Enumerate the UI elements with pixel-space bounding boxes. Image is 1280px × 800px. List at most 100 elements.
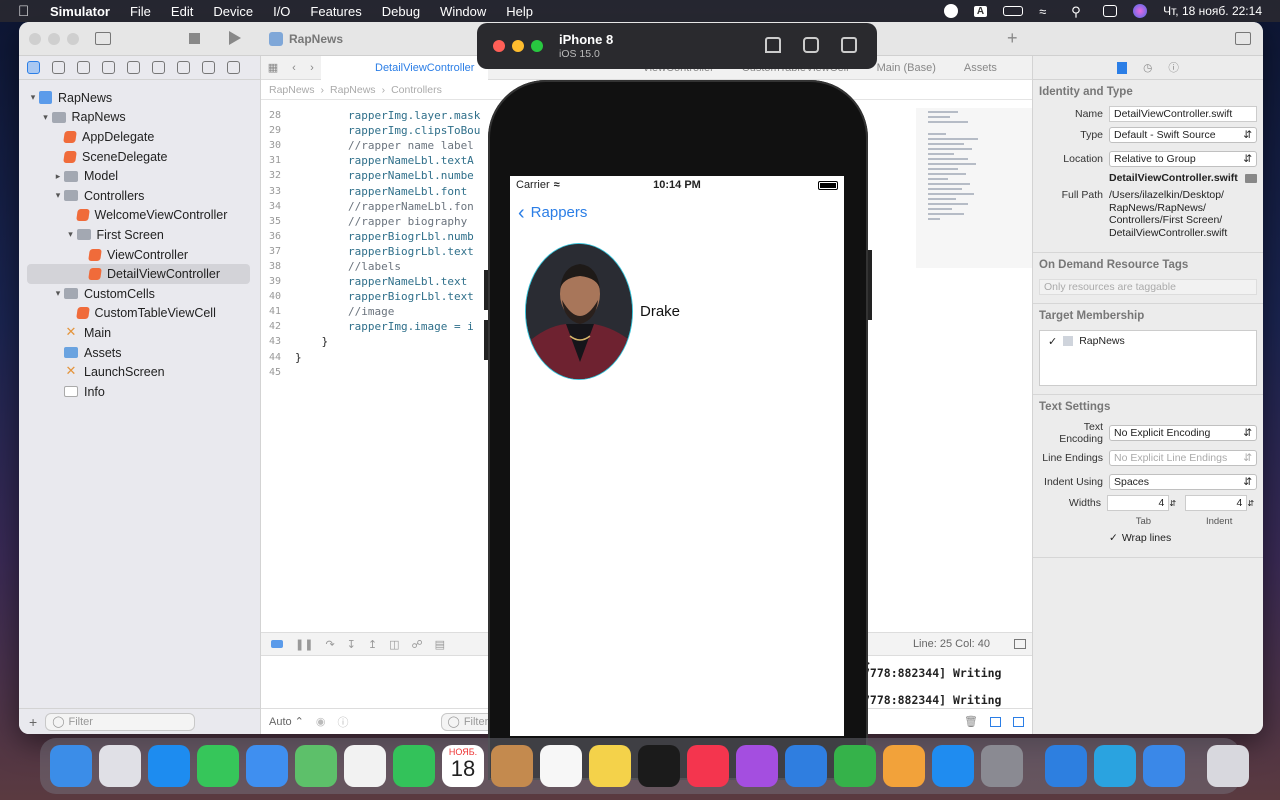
step-into-icon[interactable]: ↧: [347, 638, 356, 651]
mail-icon[interactable]: [246, 745, 288, 787]
view-hierarchy-icon[interactable]: ◫: [389, 638, 399, 651]
split-left-icon[interactable]: [990, 716, 1001, 727]
breadcrumb-group[interactable]: RapNews: [330, 84, 376, 96]
find-icon[interactable]: [102, 61, 115, 74]
tree-item[interactable]: Info: [19, 382, 260, 402]
tab-width-field[interactable]: 4: [1107, 495, 1170, 511]
close-button[interactable]: [29, 33, 41, 45]
indent-popup[interactable]: Spaces ⇵: [1109, 474, 1257, 490]
menu-device[interactable]: Device: [213, 4, 253, 19]
tree-item[interactable]: ▸ Model: [19, 166, 260, 186]
indent-stepper[interactable]: ⇵: [1247, 499, 1257, 508]
test-icon[interactable]: [152, 61, 165, 74]
tree-item[interactable]: WelcomeViewController: [19, 206, 260, 226]
issue-icon[interactable]: [127, 61, 140, 74]
tree-item[interactable]: CustomTableViewCell: [19, 304, 260, 324]
folder-reveal-icon[interactable]: [1245, 173, 1257, 183]
keynote-icon[interactable]: [785, 745, 827, 787]
finder-icon[interactable]: [50, 745, 92, 787]
split-right-icon[interactable]: [1013, 716, 1024, 727]
grid-icon[interactable]: ▦: [261, 61, 285, 74]
location-icon[interactable]: [943, 4, 958, 18]
forward-icon[interactable]: ›: [303, 62, 321, 74]
menu-io[interactable]: I/O: [273, 4, 290, 19]
breadcrumb-project[interactable]: RapNews: [269, 84, 315, 96]
sidebar-toggle-icon[interactable]: [95, 32, 111, 45]
contacts-icon[interactable]: [491, 745, 533, 787]
disclosure-icon[interactable]: ▸: [52, 171, 64, 182]
symbol-icon[interactable]: [77, 61, 90, 74]
info-icon[interactable]: ⓘ: [338, 714, 349, 730]
encoding-popup[interactable]: No Explicit Encoding ⇵: [1109, 425, 1257, 441]
telegram-icon[interactable]: [1094, 745, 1136, 787]
inspector-toggle-icon[interactable]: [1235, 32, 1251, 45]
name-field[interactable]: DetailViewController.swift: [1109, 106, 1257, 122]
navigator-filter[interactable]: ◯ Filter: [45, 712, 196, 731]
tab-assets[interactable]: Assets: [950, 56, 1011, 80]
facetime-icon[interactable]: [393, 745, 435, 787]
app-store-icon[interactable]: [932, 745, 974, 787]
type-popup[interactable]: Default - Swift Source ⇵: [1109, 127, 1257, 143]
system-preferences-icon[interactable]: [981, 745, 1023, 787]
history-icon[interactable]: ◷: [1143, 62, 1152, 74]
report-icon[interactable]: [227, 61, 240, 74]
apple-tv-icon[interactable]: [638, 745, 680, 787]
battery-icon[interactable]: [1003, 6, 1024, 16]
spotlight-icon[interactable]: ⚲: [1071, 4, 1087, 19]
tree-item[interactable]: ▾ RapNews: [19, 88, 260, 108]
apple-menu-icon[interactable]: : [18, 3, 34, 20]
rotate-icon[interactable]: [841, 37, 857, 53]
back-button[interactable]: ‹ Rappers: [518, 203, 587, 223]
control-center-icon[interactable]: [1103, 5, 1118, 17]
reminders-icon[interactable]: [540, 745, 582, 787]
tree-item[interactable]: ViewController: [19, 245, 260, 265]
screenshot-icon[interactable]: [803, 37, 819, 53]
pages-icon[interactable]: [883, 745, 925, 787]
menu-app-name[interactable]: Simulator: [50, 4, 110, 19]
menu-debug[interactable]: Debug: [382, 4, 420, 19]
project-title[interactable]: RapNews: [289, 32, 343, 46]
disclosure-icon[interactable]: ▾: [40, 112, 52, 123]
pause-icon[interactable]: ❚❚: [295, 638, 313, 651]
environment-icon[interactable]: ▤: [435, 638, 445, 651]
add-icon[interactable]: +: [1007, 28, 1018, 49]
disclosure-icon[interactable]: ▾: [52, 288, 64, 299]
memory-graph-icon[interactable]: ☍: [412, 638, 423, 651]
breadcrumb-folder[interactable]: Controllers: [391, 84, 442, 96]
siri-icon[interactable]: [1133, 4, 1148, 18]
tree-item[interactable]: AppDelegate: [19, 127, 260, 147]
minimap[interactable]: [916, 108, 1032, 268]
home-icon[interactable]: [765, 37, 781, 53]
disclosure-icon[interactable]: ▾: [52, 190, 64, 201]
menubar-clock[interactable]: Чт, 18 нояб. 22:14: [1163, 4, 1262, 18]
xcode-icon[interactable]: [1045, 745, 1087, 787]
back-icon[interactable]: ‹: [285, 62, 303, 74]
notes-icon[interactable]: [589, 745, 631, 787]
debug-area-icon[interactable]: [1014, 639, 1026, 649]
minimize-button[interactable]: [48, 33, 60, 45]
tree-item[interactable]: DetailViewController: [27, 264, 250, 284]
calendar-icon[interactable]: НОЯБ. 18: [442, 745, 484, 787]
console-toggle-icon[interactable]: [271, 640, 283, 648]
tree-item[interactable]: Assets: [19, 343, 260, 363]
file-inspector-icon[interactable]: [1117, 61, 1128, 74]
disclosure-icon[interactable]: ▾: [65, 229, 77, 240]
zoom-button[interactable]: [67, 33, 79, 45]
trash-icon[interactable]: [1207, 745, 1249, 787]
step-over-icon[interactable]: ↷: [325, 638, 334, 651]
target-checkbox[interactable]: ✓: [1048, 335, 1057, 348]
zoom-button[interactable]: [531, 40, 543, 52]
breakpoint-icon[interactable]: [202, 61, 215, 74]
tree-item[interactable]: ▾ CustomCells: [19, 284, 260, 304]
tree-item[interactable]: ▾ Controllers: [19, 186, 260, 206]
numbers-icon[interactable]: [834, 745, 876, 787]
indent-width-field[interactable]: 4: [1185, 495, 1248, 511]
stop-icon[interactable]: [189, 33, 200, 44]
folder-icon[interactable]: [27, 61, 40, 74]
safari-icon[interactable]: [148, 745, 190, 787]
podcasts-icon[interactable]: [736, 745, 778, 787]
wrap-checkbox[interactable]: ✓: [1109, 532, 1118, 544]
tab-stepper[interactable]: ⇵: [1169, 499, 1179, 508]
launchpad-icon[interactable]: [99, 745, 141, 787]
simulator-icon[interactable]: [1143, 745, 1185, 787]
